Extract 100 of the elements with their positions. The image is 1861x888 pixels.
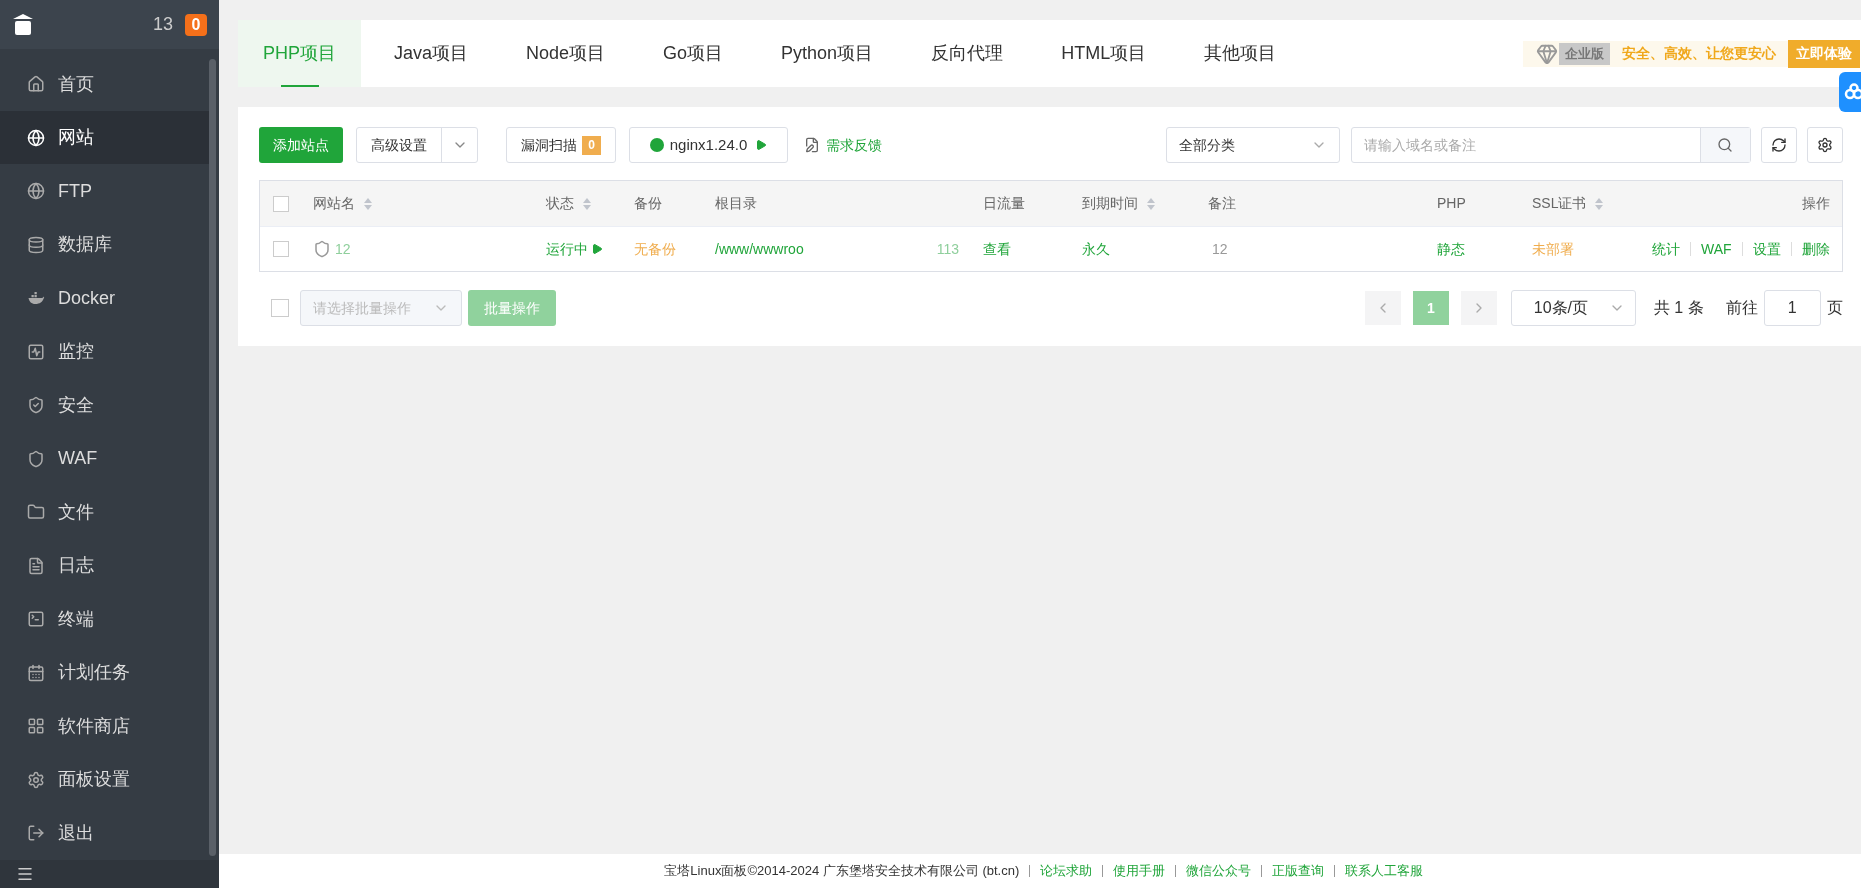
tab[interactable]: PHP项目	[238, 20, 361, 87]
footer-link[interactable]: 使用手册	[1113, 861, 1166, 881]
sort-icon[interactable]	[1146, 196, 1156, 211]
folder-icon	[27, 503, 45, 522]
column-header[interactable]: 网站名	[301, 193, 385, 214]
settings-button[interactable]	[1806, 127, 1843, 163]
next-page-button[interactable]	[1460, 291, 1497, 325]
grid-icon	[27, 717, 45, 736]
sidebar-item[interactable]: 软件商店	[0, 699, 209, 753]
footer-link[interactable]: 微信公众号	[1186, 861, 1252, 881]
root-path-link[interactable]: /www/wwwroo	[715, 238, 804, 260]
sidebar-item[interactable]: 终端	[0, 592, 209, 646]
shield-icon	[27, 449, 45, 468]
status-link[interactable]: 运行中	[546, 238, 603, 260]
scrollbar[interactable]	[209, 59, 216, 856]
nginx-button[interactable]: nginx1.24.0	[629, 127, 788, 163]
remark-text: 12	[1212, 240, 1228, 257]
database-icon	[27, 235, 45, 254]
terminal-icon	[27, 610, 45, 629]
tab[interactable]: HTML项目	[1036, 20, 1172, 87]
globe-icon	[27, 128, 45, 147]
copyright-text: 宝塔Linux面板©2014-2024 广东堡塔安全技术有限公司 (bt.cn)	[664, 862, 1020, 881]
shield-icon	[313, 240, 331, 258]
column-header[interactable]: 状态	[534, 193, 604, 214]
traffic-link[interactable]: 查看	[983, 240, 1011, 257]
tab[interactable]: Go项目	[638, 20, 749, 87]
action-link[interactable]: 删除	[1801, 238, 1830, 260]
shield-icon	[27, 396, 45, 415]
sort-icon[interactable]	[582, 196, 592, 211]
footer-link[interactable]: 论坛求助	[1040, 861, 1093, 881]
advanced-settings-button[interactable]: 高级设置	[356, 127, 478, 163]
page-size-select[interactable]: 10条/页	[1510, 290, 1636, 326]
search-input[interactable]: 请输入域名或备注	[1351, 128, 1700, 162]
sidebar-item[interactable]: WAF	[0, 431, 209, 486]
settings-icon	[1816, 137, 1833, 153]
tab[interactable]: Python项目	[756, 20, 899, 87]
footer-link[interactable]: 联系人工客服	[1345, 861, 1424, 881]
footer-link[interactable]: 正版查询	[1272, 861, 1325, 881]
scan-button[interactable]: 漏洞扫描 0	[506, 127, 616, 163]
column-header[interactable]: SSL证书	[1520, 193, 1617, 214]
play-icon	[591, 243, 603, 255]
add-site-button[interactable]: 添加站点	[259, 127, 343, 163]
goto-label: 前往	[1725, 298, 1758, 318]
expiry-link[interactable]: 永久	[1082, 240, 1110, 257]
sidebar-item[interactable]: 监控	[0, 324, 209, 379]
prev-page-button[interactable]	[1364, 291, 1401, 325]
sidebar-item[interactable]: 计划任务	[0, 645, 209, 700]
batch-checkbox[interactable]	[270, 299, 289, 317]
sidebar-item[interactable]: Docker	[0, 271, 209, 325]
refresh-icon	[1770, 137, 1787, 153]
logo-icon	[12, 12, 34, 37]
sidebar-item[interactable]: FTP	[0, 164, 209, 218]
sidebar-item[interactable]: 文件	[0, 485, 209, 539]
tab[interactable]: Java项目	[369, 20, 494, 87]
search-icon	[1717, 137, 1734, 153]
sort-icon[interactable]	[1594, 196, 1605, 211]
sidebar-item[interactable]: 日志	[0, 538, 209, 593]
action-link[interactable]: 设置	[1752, 238, 1781, 260]
page-unit: 页	[1826, 298, 1843, 318]
column-header: 备注	[1207, 194, 1237, 213]
tab[interactable]: 其他项目	[1179, 20, 1302, 87]
column-header: 日流量	[982, 194, 1026, 213]
sidebar-item[interactable]: 首页	[0, 57, 209, 111]
action-link[interactable]: WAF	[1701, 238, 1732, 260]
search-field[interactable]: 请输入域名或备注	[1350, 127, 1751, 163]
select-all-checkbox[interactable]	[272, 195, 289, 212]
play-icon	[755, 139, 768, 151]
globe-icon	[27, 182, 45, 201]
sidebar-item[interactable]: 数据库	[0, 217, 209, 272]
sidebar-item[interactable]: 安全	[0, 378, 209, 432]
chart-icon	[27, 342, 45, 361]
document-icon	[27, 556, 45, 575]
feedback-link[interactable]: 需求反馈	[804, 134, 882, 156]
column-header: 备份	[633, 194, 663, 213]
calendar-icon	[27, 663, 45, 682]
tab[interactable]: 反向代理	[906, 20, 1029, 87]
column-header: 操作	[1800, 194, 1831, 213]
edit-document-icon	[804, 137, 820, 153]
sidebar-item[interactable]: 面板设置	[0, 752, 209, 807]
home-icon	[27, 75, 45, 94]
category-select[interactable]: 全部分类	[1165, 127, 1340, 163]
goto-page-field[interactable]: 1	[1763, 290, 1821, 326]
column-header: 根目录	[714, 194, 758, 213]
link-icon	[1843, 83, 1861, 101]
sidebar-item[interactable]: 网站	[0, 110, 209, 165]
refresh-button[interactable]	[1760, 127, 1797, 163]
action-link[interactable]: 统计	[1652, 238, 1680, 260]
settings-icon	[27, 770, 45, 789]
sidebar-item[interactable]: 退出	[0, 806, 209, 860]
php-version-link[interactable]: 静态	[1437, 240, 1465, 257]
total-count: 共 1 条	[1653, 298, 1704, 318]
column-header[interactable]: 到期时间	[1070, 193, 1168, 214]
column-header: PHP	[1436, 194, 1467, 213]
sort-icon[interactable]	[363, 196, 373, 211]
tab[interactable]: Node项目	[501, 20, 631, 87]
row-checkbox[interactable]	[272, 241, 289, 257]
promo-text: 安全、高效、让您更安心	[1620, 44, 1777, 63]
logout-icon	[27, 824, 45, 843]
edition-label: 企业版	[1558, 42, 1610, 65]
floating-widget-button[interactable]	[1838, 72, 1861, 112]
